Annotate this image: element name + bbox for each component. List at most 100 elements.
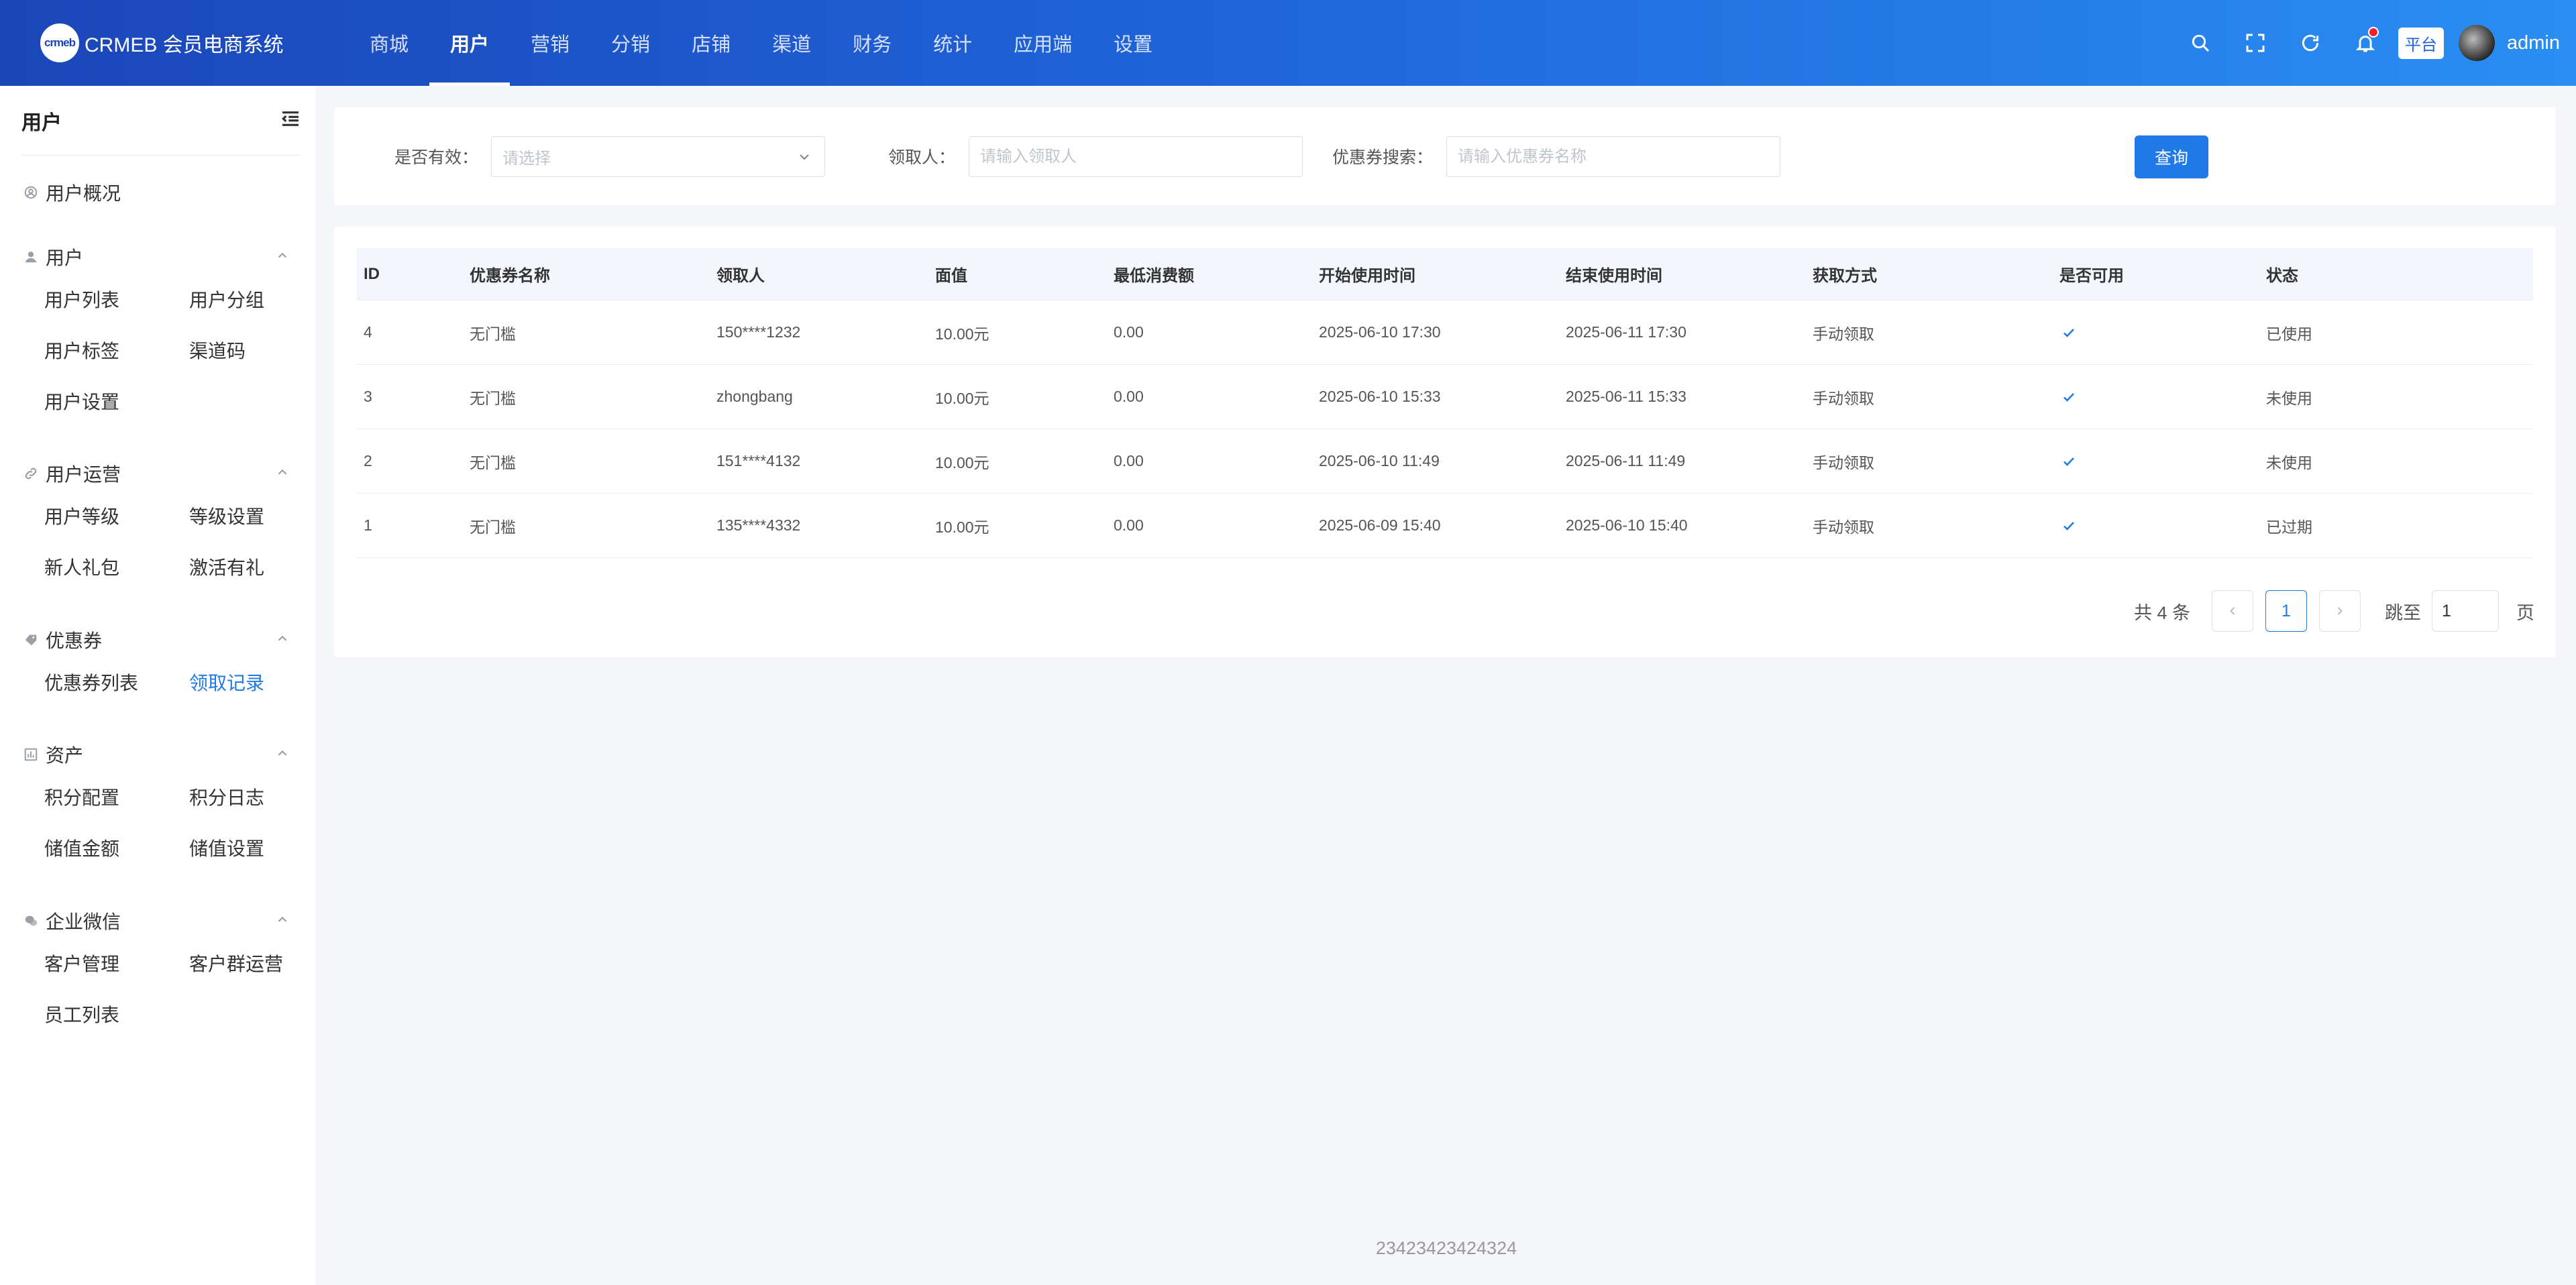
cell-end-time: 2025-06-11 11:49	[1566, 452, 1686, 469]
cell-coupon-name: 无门槛	[470, 325, 516, 343]
coupon-search-label: 优惠券搜索：	[1332, 148, 1434, 167]
sidebar-group-user: 用户 用户列表 用户分组 用户标签 渠道码 用户设置	[0, 240, 317, 427]
cell-min-spend: 0.00	[1114, 323, 1144, 341]
sidebar-title: 用户	[21, 111, 62, 134]
nav-item-finance[interactable]: 财务	[832, 0, 912, 86]
sidebar-item-level-settings[interactable]: 等级设置	[189, 490, 334, 541]
sidebar-item-overview[interactable]: 用户概况	[0, 176, 317, 209]
sidebar-item-receive-records[interactable]: 领取记录	[189, 657, 334, 708]
username[interactable]: admin	[2507, 32, 2560, 54]
nav-item-settings[interactable]: 设置	[1093, 0, 1173, 86]
sidebar-group-header-user-ops[interactable]: 用户运营	[0, 457, 317, 490]
sidebar-item-user-group[interactable]: 用户分组	[189, 274, 334, 325]
sidebar-group-header-assets[interactable]: 资产	[0, 738, 317, 771]
nav-item-apps[interactable]: 应用端	[993, 0, 1093, 86]
cell-status: 未使用	[2266, 453, 2312, 471]
search-icon[interactable]	[2187, 30, 2214, 56]
nav-item-user[interactable]: 用户	[429, 0, 511, 86]
cell-coupon-name: 无门槛	[470, 518, 516, 536]
cell-value: 10.00元	[935, 518, 989, 536]
sidebar-item-stored-amount[interactable]: 储值金额	[44, 822, 189, 873]
cell-min-spend: 0.00	[1114, 388, 1144, 405]
receiver-input[interactable]	[980, 147, 1291, 166]
coupon-icon	[23, 632, 39, 648]
sidebar-group-header-coupon[interactable]: 优惠券	[0, 623, 317, 657]
sidebar-item-customer-mgmt[interactable]: 客户管理	[44, 938, 189, 989]
sidebar-item-stored-settings[interactable]: 储值设置	[189, 822, 334, 873]
next-page-button[interactable]	[2319, 590, 2361, 632]
sidebar-item-coupon-list[interactable]: 优惠券列表	[44, 657, 189, 708]
table-row: 2 无门槛 151****4132 10.00元 0.00 2025-06-10…	[357, 429, 2533, 494]
wecom-icon	[23, 913, 39, 929]
chevron-up-icon[interactable]	[275, 912, 290, 930]
sidebar-item-channel-code[interactable]: 渠道码	[189, 325, 334, 376]
valid-label: 是否有效：	[394, 148, 479, 167]
query-button[interactable]: 查询	[2135, 135, 2208, 178]
sidebar-group-header-wecom[interactable]: 企业微信	[0, 904, 317, 938]
table-row: 3 无门槛 zhongbang 10.00元 0.00 2025-06-10 1…	[357, 365, 2533, 429]
fullscreen-icon[interactable]	[2242, 30, 2269, 56]
sidebar-item-user-settings[interactable]: 用户设置	[44, 376, 189, 427]
logo[interactable]: crmeb CRMEB 会员电商系统	[40, 23, 322, 62]
page-number-button[interactable]: 1	[2265, 590, 2307, 632]
sidebar-item-points-config[interactable]: 积分配置	[44, 771, 189, 822]
cell-end-time: 2025-06-10 15:40	[1566, 516, 1688, 534]
chevron-up-icon[interactable]	[275, 465, 290, 483]
cell-min-spend: 0.00	[1114, 452, 1144, 469]
platform-tag[interactable]: 平台	[2398, 27, 2444, 59]
nav-item-distribution[interactable]: 分销	[590, 0, 671, 86]
sidebar-item-staff-list[interactable]: 员工列表	[44, 989, 189, 1040]
cell-method: 手动领取	[1813, 325, 1874, 343]
cell-end-time: 2025-06-11 17:30	[1566, 323, 1686, 341]
cell-method: 手动领取	[1813, 453, 1874, 471]
refresh-icon[interactable]	[2297, 30, 2324, 56]
sidebar-item-activation-gift[interactable]: 激活有礼	[189, 541, 334, 592]
logo-text: CRMEB 会员电商系统	[85, 34, 284, 56]
notification-dot	[2368, 27, 2379, 38]
nav-item-marketing[interactable]: 营销	[510, 0, 590, 86]
cell-start-time: 2025-06-09 15:40	[1319, 516, 1441, 534]
footer-text: 23423423424324	[1375, 1238, 1517, 1258]
col-header-value: 面值	[935, 267, 967, 285]
nav-item-store[interactable]: 店铺	[671, 0, 751, 86]
jump-label: 跳至	[2385, 602, 2421, 623]
sidebar-overview-label: 用户概况	[46, 183, 121, 204]
avatar[interactable]	[2459, 25, 2495, 61]
sidebar-item-newbie-gift[interactable]: 新人礼包	[44, 541, 189, 592]
sidebar-group-header-user[interactable]: 用户	[0, 240, 317, 274]
jump-page-input[interactable]: 1	[2432, 590, 2499, 632]
check-icon	[2061, 494, 2077, 557]
sidebar-group-label: 用户	[46, 247, 84, 268]
logo-mark: crmeb	[40, 23, 79, 62]
sidebar-item-points-log[interactable]: 积分日志	[189, 771, 334, 822]
receiver-input-wrap	[969, 136, 1303, 177]
cell-id: 3	[364, 388, 372, 405]
bell-icon[interactable]	[2352, 27, 2379, 56]
coupon-search-input[interactable]	[1458, 147, 1769, 166]
nav-item-mall[interactable]: 商城	[349, 0, 429, 86]
chevron-up-icon[interactable]	[275, 248, 290, 266]
nav-item-statistics[interactable]: 统计	[912, 0, 993, 86]
user-icon	[23, 249, 39, 265]
collapse-menu-icon[interactable]	[280, 108, 301, 133]
cell-status: 已使用	[2266, 325, 2312, 343]
cell-status: 未使用	[2266, 389, 2312, 407]
sidebar-item-user-level[interactable]: 用户等级	[44, 490, 189, 541]
nav-item-channel[interactable]: 渠道	[751, 0, 832, 86]
prev-page-button[interactable]	[2212, 590, 2253, 632]
table-card: ID 优惠券名称 领取人 面值 最低消费额 开始使用时间 结束使用时间 获取方式…	[334, 227, 2556, 657]
cell-start-time: 2025-06-10 11:49	[1319, 452, 1440, 469]
chevron-up-icon[interactable]	[275, 746, 290, 764]
sidebar-item-user-list[interactable]: 用户列表	[44, 274, 189, 325]
sidebar-item-user-tag[interactable]: 用户标签	[44, 325, 189, 376]
chevron-up-icon[interactable]	[275, 631, 290, 649]
cell-min-spend: 0.00	[1114, 516, 1144, 534]
sidebar: 用户 用户概况 用户 用户列表 用户分组 用户标签 渠道码 用户设置 用户运营 …	[0, 86, 317, 1285]
sidebar-group-wecom: 企业微信 客户管理 客户群运营 员工列表	[0, 904, 317, 1040]
sidebar-item-group-ops[interactable]: 客户群运营	[189, 938, 334, 989]
link-icon	[23, 465, 39, 482]
valid-select[interactable]: 请选择	[491, 136, 825, 177]
sidebar-group-label: 优惠券	[46, 630, 103, 651]
table-header-row: ID 优惠券名称 领取人 面值 最低消费额 开始使用时间 结束使用时间 获取方式…	[357, 248, 2533, 300]
sidebar-group-user-ops: 用户运营 用户等级 等级设置 新人礼包 激活有礼	[0, 457, 317, 592]
